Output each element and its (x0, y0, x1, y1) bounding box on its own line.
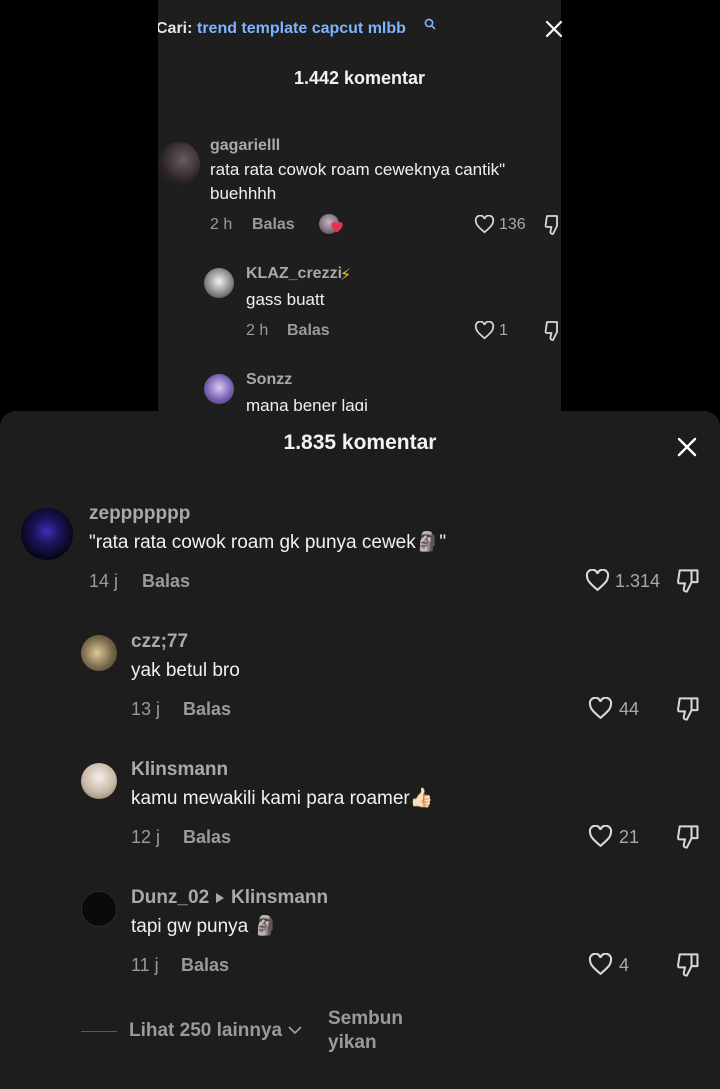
heart-icon[interactable] (474, 321, 495, 340)
search-icon[interactable] (424, 18, 436, 30)
avatar[interactable] (81, 763, 117, 799)
heart-icon[interactable] (588, 825, 613, 848)
comments-count-title: 1.835 komentar (283, 431, 437, 454)
like-count: 21 (619, 827, 640, 847)
comment-time: 11 j (131, 955, 159, 975)
comment-username[interactable]: Dunz_02 (131, 887, 209, 909)
comment-text: gass buatt (246, 290, 325, 309)
search-bar[interactable]: Cari: trend template capcut mlbb (158, 0, 561, 58)
lightning-icon: ⚡ (340, 267, 352, 284)
dislike-icon[interactable] (676, 952, 700, 978)
dislike-icon[interactable] (544, 320, 561, 342)
view-more-button[interactable]: Lihat 250 lainnya (129, 1020, 282, 1042)
comment-username[interactable]: gagarielll (210, 137, 280, 155)
reply-button[interactable]: Balas (181, 955, 229, 976)
comment-text: mana bener lagi (246, 396, 368, 412)
reply-button[interactable]: Balas (287, 322, 330, 340)
comment-time: 2 h (210, 216, 233, 233)
dislike-icon[interactable] (544, 214, 561, 236)
comment-text: buehhhh (210, 184, 277, 203)
dislike-icon[interactable] (676, 824, 700, 850)
heart-icon[interactable] (588, 697, 613, 720)
comment-time: 14 j (89, 571, 119, 591)
view-more-divider (81, 1031, 117, 1032)
comment-text: yak betul bro (131, 660, 240, 681)
hide-button-line2[interactable]: yikan (328, 1032, 377, 1054)
like-count: 136 (499, 216, 526, 233)
dislike-icon[interactable] (676, 568, 700, 594)
comment-username[interactable]: Sonzz (246, 371, 292, 389)
comment-username[interactable]: Klinsmann (131, 759, 228, 781)
reply-button[interactable]: Balas (183, 699, 231, 720)
reply-button[interactable]: Balas (183, 827, 231, 848)
like-count: 44 (619, 699, 640, 719)
avatar[interactable] (81, 635, 117, 671)
reply-to-username[interactable]: Klinsmann (231, 887, 328, 909)
comment-text: rata rata cowok roam ceweknya cantik" (210, 160, 506, 179)
comment-text: kamu mewakili kami para roamer👍🏻 (131, 788, 434, 809)
comment-time: 12 j (131, 827, 161, 847)
avatar[interactable] (204, 268, 234, 298)
avatar[interactable] (158, 142, 200, 186)
hide-button-line1[interactable]: Sembun (328, 1008, 403, 1030)
like-count: 4 (619, 955, 630, 975)
heart-icon[interactable] (585, 569, 610, 592)
comment-text: tapi gw punya 🗿 (131, 916, 278, 937)
avatar[interactable] (21, 508, 73, 560)
heart-icon[interactable] (588, 953, 613, 976)
close-icon[interactable] (545, 20, 563, 38)
comments-count-title: 1.442 komentar (293, 68, 426, 88)
heart-icon[interactable] (474, 215, 495, 234)
reply-button[interactable]: Balas (252, 216, 295, 234)
comment-username[interactable]: zeppppppp (89, 503, 190, 525)
chevron-down-icon[interactable] (288, 1026, 302, 1035)
comment-username[interactable]: KLAZ_crezzi (246, 265, 342, 283)
close-icon[interactable] (676, 436, 698, 458)
comments-sheet: 1.835 komentar zeppppppp "rata rata cowo… (0, 411, 720, 1089)
search-prefix: Cari: (158, 20, 193, 37)
heart-small-icon (331, 222, 343, 233)
reply-arrow-icon (216, 893, 224, 903)
comment-text: "rata rata cowok roam gk punya cewek🗿" (89, 532, 447, 553)
avatar[interactable] (81, 891, 117, 927)
reply-button[interactable]: Balas (142, 571, 190, 592)
search-term[interactable]: trend template capcut mlbb (197, 20, 406, 38)
comment-time: 13 j (131, 699, 161, 719)
embedded-screenshot: Cari: trend template capcut mlbb 1.442 k… (158, 0, 561, 412)
dislike-icon[interactable] (676, 696, 700, 722)
like-count: 1 (499, 322, 508, 339)
avatar[interactable] (204, 374, 234, 404)
comment-time: 2 h (246, 322, 269, 339)
comment-username[interactable]: czz;77 (131, 631, 188, 653)
like-count: 1.314 (615, 571, 661, 591)
